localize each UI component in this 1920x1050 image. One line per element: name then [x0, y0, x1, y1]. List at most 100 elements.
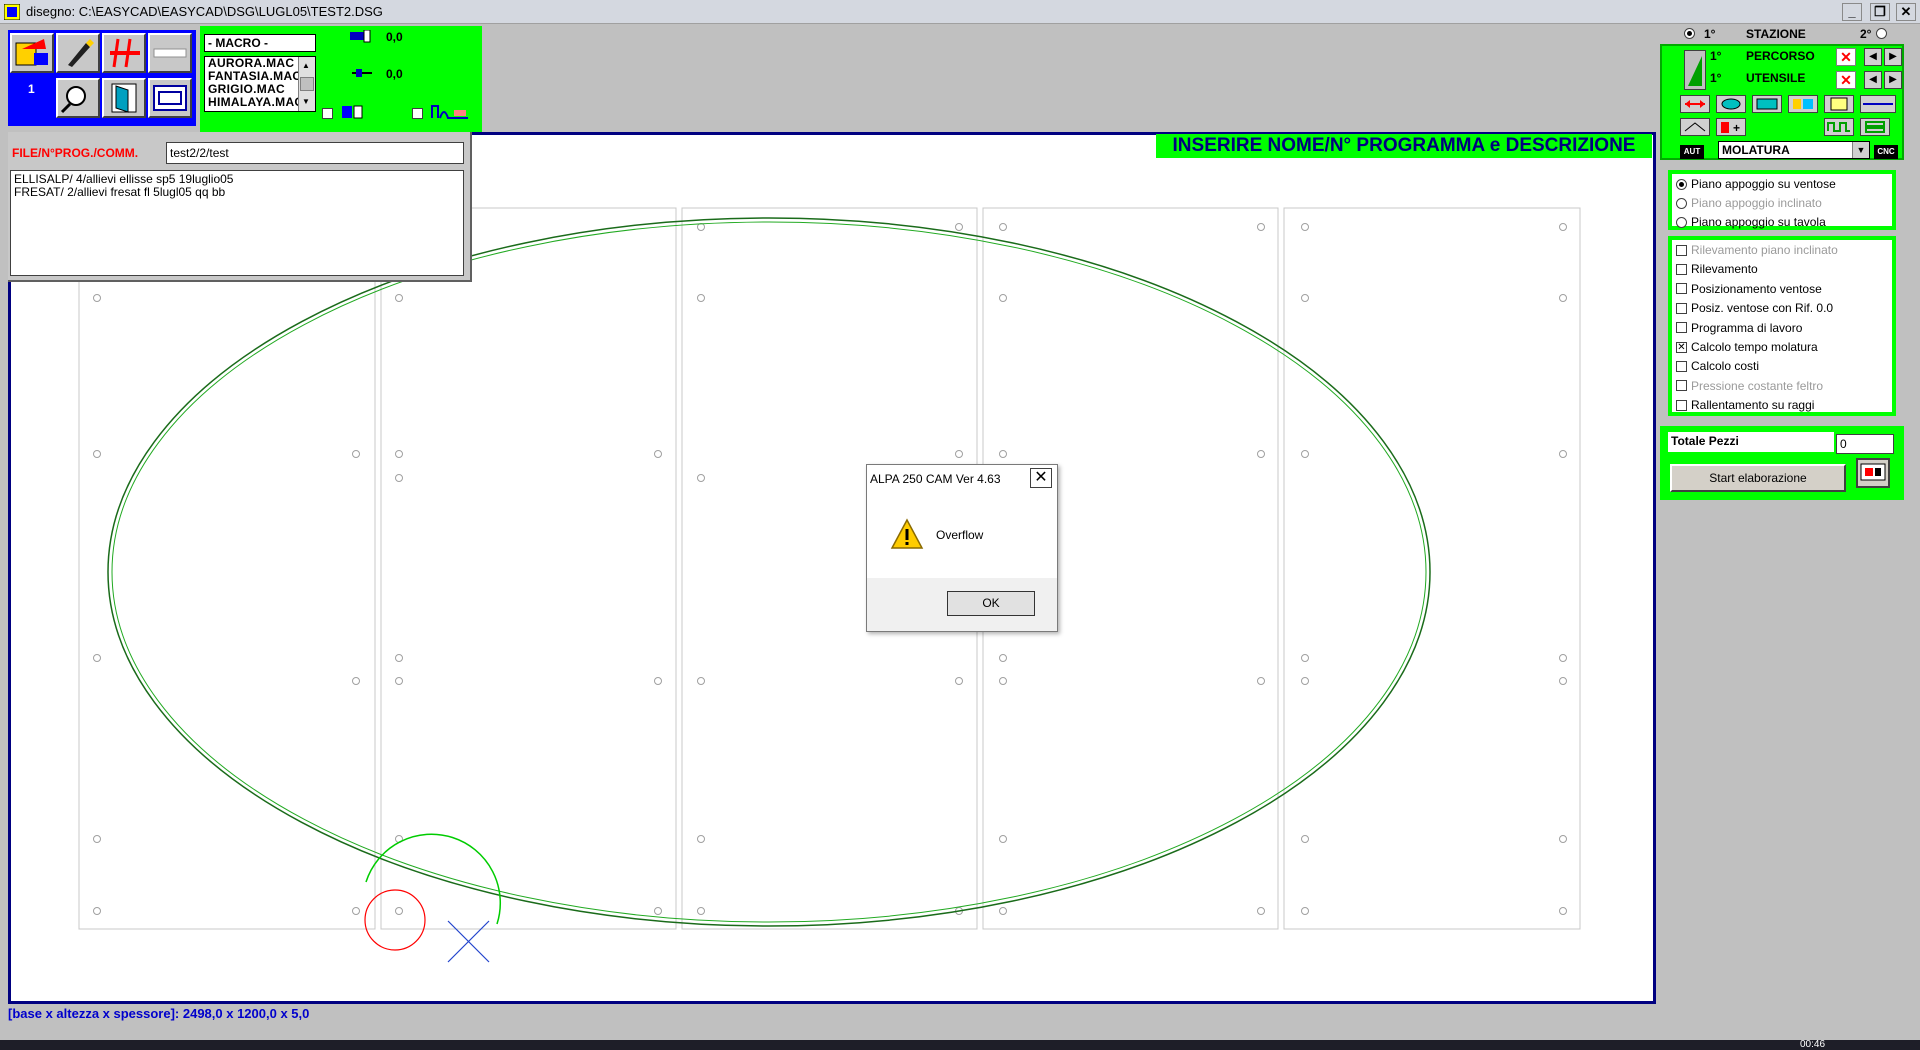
- tool-number: 1: [28, 82, 35, 96]
- macro-checkbox-1[interactable]: [322, 108, 333, 119]
- pen-icon: [68, 39, 94, 67]
- delete-icon: ✕: [1840, 72, 1852, 88]
- profile-icon: [1863, 103, 1893, 105]
- layer-button[interactable]: [1860, 118, 1890, 136]
- checkbox-option[interactable]: Rallentamento su raggi: [1676, 397, 1814, 413]
- panel-2: [380, 207, 677, 930]
- window-title: disegno: C:\EASYCAD\EASYCAD\DSG\LUGL05\T…: [26, 4, 383, 19]
- pen-tool-button[interactable]: [56, 33, 100, 73]
- scroll-up-icon[interactable]: ▲: [302, 61, 310, 70]
- checkbox[interactable]: [1676, 244, 1687, 256]
- checkbox[interactable]: [1676, 360, 1687, 372]
- feed-button[interactable]: [1680, 118, 1710, 136]
- prev-percorso-button[interactable]: ◀: [1864, 48, 1882, 66]
- measure-tool-button[interactable]: [148, 33, 192, 73]
- checkbox-option[interactable]: ✕ Calcolo tempo molatura: [1676, 339, 1818, 355]
- utensile-number: 1°: [1710, 71, 1722, 85]
- taskbar: [0, 1040, 1920, 1050]
- radio-button[interactable]: [1676, 178, 1687, 190]
- checkbox-label: Posiz. ventose con Rif. 0.0: [1691, 301, 1834, 316]
- mode-select[interactable]: MOLATURA: [1718, 141, 1870, 159]
- radio-button[interactable]: [1676, 216, 1687, 228]
- checkbox[interactable]: [1676, 283, 1687, 295]
- horizontal-move-button[interactable]: [1680, 95, 1710, 113]
- double-arrow-icon: [1685, 100, 1705, 108]
- measure-view-button[interactable]: [1824, 95, 1854, 113]
- suction-cup-markers: [93, 223, 1567, 915]
- tool-view-button[interactable]: [1716, 95, 1746, 113]
- percorso-label: PERCORSO: [1746, 49, 1815, 63]
- delete-utensile-button[interactable]: ✕: [1836, 71, 1856, 89]
- macro-checkbox-2[interactable]: [412, 108, 423, 119]
- totale-pezzi-input[interactable]: 0: [1836, 434, 1894, 454]
- macro-scrollbar[interactable]: ▲ ▼: [298, 57, 315, 111]
- next-utensile-button[interactable]: ▶: [1884, 71, 1902, 89]
- checkbox-label: Posizionamento ventose: [1691, 281, 1822, 296]
- add-tool-button[interactable]: +: [1716, 118, 1746, 136]
- prev-utensile-button[interactable]: ◀: [1864, 71, 1882, 89]
- file-label: FILE/N°PROG./COMM.: [12, 146, 139, 160]
- close-window-button[interactable]: ✕: [1896, 3, 1916, 21]
- checkbox-option[interactable]: Posizionamento ventose: [1676, 281, 1822, 297]
- layers-icon: [1865, 121, 1885, 133]
- prompt-banner: INSERIRE NOME/N° PROGRAMMA e DESCRIZIONE: [1156, 134, 1652, 158]
- checkbox-label: Rilevamento: [1691, 262, 1758, 277]
- scroll-down-icon[interactable]: ▼: [302, 97, 310, 106]
- checkbox-option[interactable]: Rilevamento piano inclinato: [1676, 242, 1838, 258]
- ok-button[interactable]: OK: [947, 591, 1035, 616]
- radio-label: Piano appoggio su tavola: [1691, 215, 1826, 229]
- next-percorso-button[interactable]: ▶: [1884, 48, 1902, 66]
- checkbox[interactable]: [1676, 322, 1687, 334]
- run-icon-button[interactable]: [1856, 458, 1890, 488]
- minimize-button[interactable]: _: [1842, 3, 1862, 21]
- zoom-tool-button[interactable]: [56, 78, 100, 118]
- checkbox-label: Rilevamento piano inclinato: [1691, 243, 1838, 257]
- chevron-down-icon[interactable]: ▼: [1852, 142, 1869, 158]
- utensile-label: UTENSILE: [1746, 71, 1806, 85]
- list-item[interactable]: FRESAT/ 2/allievi fresat fl 5lugl05 qq b…: [14, 186, 460, 199]
- checkbox-label: Calcolo tempo molatura: [1691, 340, 1818, 354]
- checkbox-option[interactable]: Posiz. ventose con Rif. 0.0: [1676, 300, 1833, 316]
- checkbox[interactable]: ✕: [1676, 341, 1687, 353]
- restore-button[interactable]: ❐: [1870, 3, 1890, 21]
- checkbox-option[interactable]: Pressione costante feltro: [1676, 378, 1823, 394]
- cnc-button[interactable]: CNC: [1874, 145, 1898, 159]
- window-tool-button[interactable]: [148, 78, 192, 118]
- checkbox-option[interactable]: Rilevamento: [1676, 261, 1758, 277]
- checkbox-option[interactable]: Calcolo costi: [1676, 358, 1759, 374]
- color-tool-button[interactable]: [1788, 95, 1818, 113]
- radio-button[interactable]: [1676, 197, 1687, 209]
- radio-option[interactable]: Piano appoggio su ventose: [1676, 176, 1836, 192]
- add-icon: +: [1721, 121, 1740, 135]
- file-list[interactable]: ELLISALP/ 4/allievi ellisse sp5 19luglio…: [10, 170, 464, 276]
- import-tool-button[interactable]: [10, 33, 54, 73]
- station-2-radio[interactable]: [1876, 28, 1887, 39]
- checkbox[interactable]: [1676, 380, 1687, 392]
- delete-percorso-button[interactable]: ✕: [1836, 48, 1856, 66]
- scroll-thumb[interactable]: [300, 77, 314, 91]
- app-icon: [4, 4, 20, 20]
- checkbox[interactable]: [1676, 263, 1687, 275]
- checkbox[interactable]: [1676, 302, 1687, 314]
- station-1-radio[interactable]: [1684, 28, 1695, 39]
- arrow-left-icon: ◀: [1869, 74, 1877, 85]
- machine-icon: [1860, 463, 1886, 481]
- zoom-tool-view-button[interactable]: [1752, 95, 1782, 113]
- dialog-message: Overflow: [936, 528, 984, 542]
- panel-1: [78, 207, 376, 930]
- radio-option[interactable]: Piano appoggio su tavola: [1676, 214, 1826, 230]
- checkbox[interactable]: [1676, 399, 1687, 411]
- trim-tool-button[interactable]: [102, 33, 146, 73]
- dialog-close-button[interactable]: ✕: [1030, 468, 1052, 488]
- file-name-input[interactable]: test2/2/test: [166, 142, 464, 164]
- checkbox-option[interactable]: Programma di lavoro: [1676, 320, 1802, 336]
- radio-option[interactable]: Piano appoggio inclinato: [1676, 195, 1822, 211]
- support-options: Piano appoggio su ventose Piano appoggio…: [1668, 170, 1896, 230]
- offset-value: 0,0: [386, 67, 403, 81]
- start-elaborazione-button[interactable]: Start elaborazione: [1670, 464, 1846, 492]
- aut-button[interactable]: AUT: [1680, 145, 1704, 159]
- door-tool-button[interactable]: [102, 78, 146, 118]
- profile-view-button[interactable]: [1860, 95, 1896, 113]
- wave-path-button[interactable]: [1824, 118, 1854, 136]
- svg-text:+: +: [1733, 121, 1740, 135]
